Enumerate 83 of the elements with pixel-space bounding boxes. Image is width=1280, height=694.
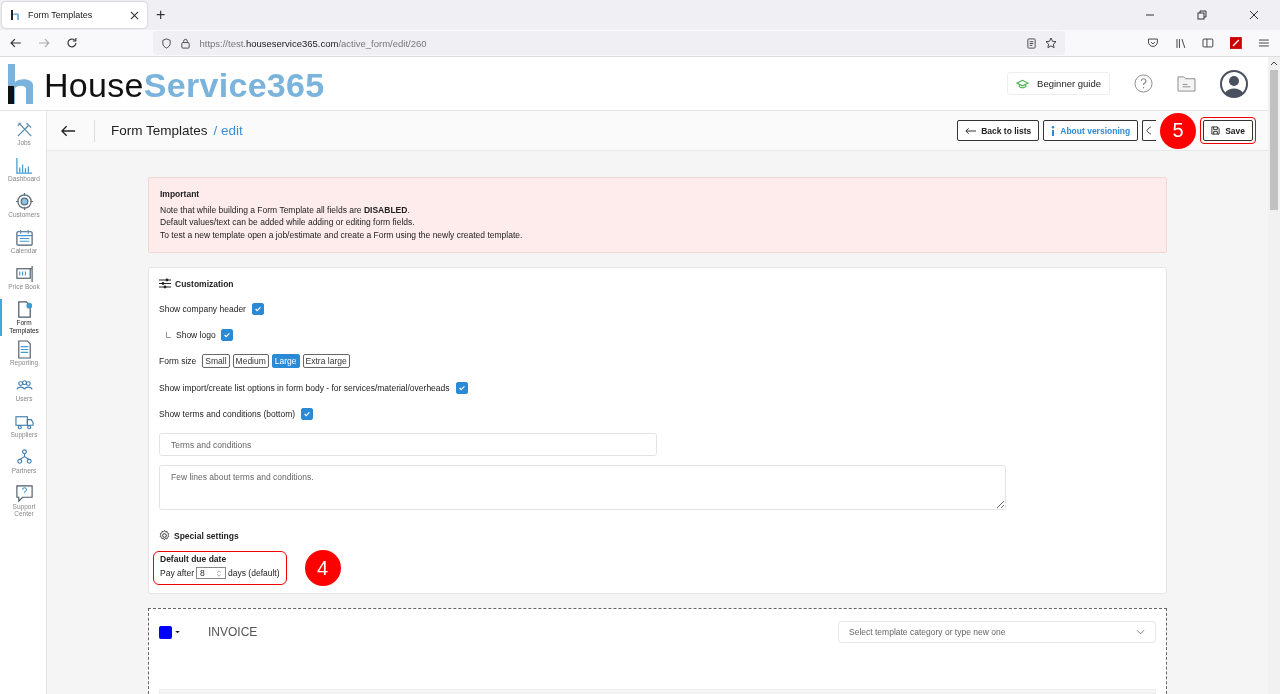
field-label: Default due date xyxy=(160,554,228,564)
option-label: Show company header xyxy=(159,303,246,314)
beginner-guide-button[interactable]: Beginner guide xyxy=(1007,72,1110,95)
caret-icon xyxy=(175,630,180,634)
new-tab-button[interactable]: + xyxy=(156,6,166,24)
checkbox[interactable] xyxy=(251,302,264,315)
star-icon[interactable] xyxy=(1044,37,1057,49)
floppy-disk-icon xyxy=(1211,126,1221,135)
library-icon[interactable] xyxy=(1174,37,1187,49)
gear-icon xyxy=(159,530,170,541)
save-button[interactable]: Save xyxy=(1203,120,1253,141)
size-option[interactable]: Extra large xyxy=(302,354,350,368)
help-icon[interactable] xyxy=(1134,74,1153,93)
step-badge: 4 xyxy=(304,550,341,586)
back-icon[interactable] xyxy=(10,37,22,49)
option-label: Form size xyxy=(159,356,197,366)
terms-title-field[interactable]: Terms and conditions xyxy=(159,433,657,456)
shield-icon xyxy=(161,37,173,49)
lock-icon xyxy=(180,37,192,49)
logo-icon xyxy=(10,9,22,21)
calendar-icon xyxy=(14,228,34,247)
network-icon xyxy=(14,447,34,467)
bar-chart-icon xyxy=(14,156,34,175)
question-bubble-icon xyxy=(14,483,34,503)
browser-tab[interactable]: Form Templates xyxy=(2,2,147,28)
notice-title: Important xyxy=(160,188,201,201)
section-title: Special settings xyxy=(174,530,239,541)
size-option[interactable]: Medium xyxy=(232,354,269,368)
page-title: Form Templates xyxy=(111,123,208,138)
close-icon[interactable] xyxy=(1249,10,1259,20)
back-icon[interactable] xyxy=(61,124,76,137)
days-field[interactable]: 8 xyxy=(196,567,227,579)
checkmark-icon xyxy=(457,383,466,392)
restore-icon[interactable] xyxy=(1197,10,1207,20)
checkbox[interactable] xyxy=(301,407,314,420)
branch-icon xyxy=(166,331,171,338)
tab-title: Form Templates xyxy=(28,10,94,20)
page-subtitle: / edit xyxy=(213,123,243,138)
checkbox[interactable] xyxy=(455,381,468,394)
info-icon xyxy=(1051,125,1056,136)
field-label: days (default) xyxy=(228,568,280,578)
notice-text: Default values/text can be added while adding or editing form fields. xyxy=(160,216,416,229)
size-option[interactable]: Small xyxy=(202,354,230,368)
reader-icon[interactable] xyxy=(1025,37,1037,49)
step-badge: 5 xyxy=(1160,112,1197,149)
size-option[interactable]: Large xyxy=(271,354,300,368)
checkmark-icon xyxy=(253,304,262,313)
scrollbar-track[interactable] xyxy=(1268,57,1280,694)
logo-text: HouseService365 xyxy=(44,65,325,104)
extension-icon[interactable] xyxy=(1230,37,1243,49)
about-versioning-button[interactable]: About versioning xyxy=(1043,120,1139,141)
terms-text-field[interactable]: Few lines about terms and conditions. xyxy=(159,465,1006,510)
sliders-icon xyxy=(159,278,171,289)
scroll-up-icon[interactable] xyxy=(1270,61,1278,66)
reload-icon[interactable] xyxy=(65,37,78,49)
option-label: Show import/create list options in form body - for services/material/overheads xyxy=(159,382,450,393)
checkbox[interactable] xyxy=(220,328,233,341)
target-icon xyxy=(14,192,34,211)
address-bar[interactable]: https://test.houseservice365.com/active_form/edit/260 xyxy=(153,31,1065,55)
sidebar-icon[interactable] xyxy=(1202,37,1215,49)
menu-icon[interactable] xyxy=(1258,37,1270,49)
template-title: INVOICE xyxy=(208,625,258,639)
section-title: Customization xyxy=(175,278,234,289)
checkmark-icon xyxy=(303,409,312,418)
field-label: Pay after xyxy=(160,568,195,578)
option-label: Show logo xyxy=(176,329,216,340)
url-text: https://test.houseservice365.com/active_form/edit/260 xyxy=(199,37,427,49)
avatar-icon[interactable] xyxy=(1220,69,1248,98)
scrollbar-thumb[interactable] xyxy=(1270,70,1278,210)
arrow-icon xyxy=(965,126,977,135)
notice-text: To test a new template open a job/estimate and create a Form using the newly created template. xyxy=(160,228,524,241)
checkmark-icon xyxy=(222,330,231,339)
chevron-down-icon xyxy=(1136,629,1145,635)
close-icon[interactable] xyxy=(130,10,139,20)
preview-button[interactable] xyxy=(1142,120,1157,141)
category-select[interactable]: Select template category or type new one xyxy=(838,621,1156,643)
price-sign-icon xyxy=(14,264,34,283)
notice-text: Note that while building a Form Template all fields are DISABLED. xyxy=(160,203,411,216)
pocket-icon[interactable] xyxy=(1146,37,1159,49)
graduation-cap-icon xyxy=(1016,78,1030,89)
color-picker[interactable] xyxy=(159,625,180,639)
option-label: Show terms and conditions (bottom) xyxy=(159,408,296,419)
back-to-lists-button[interactable]: Back to lists xyxy=(957,120,1040,141)
